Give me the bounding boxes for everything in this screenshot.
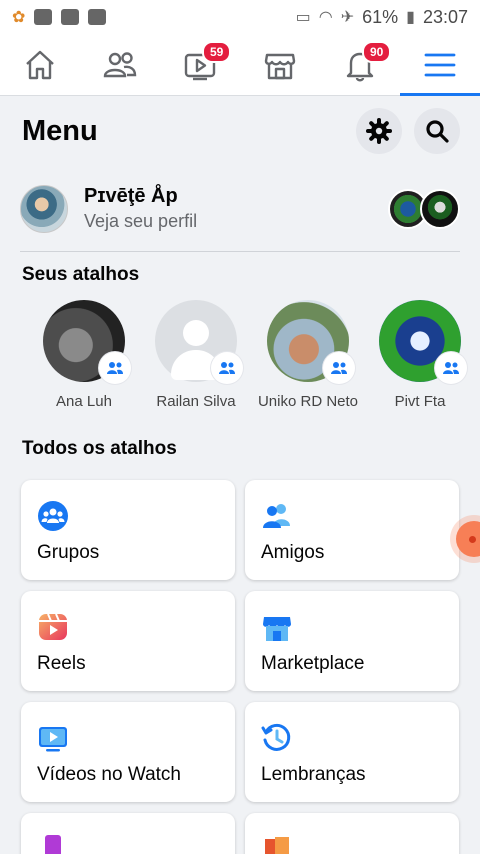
menu-header: Menu — [0, 96, 480, 166]
shortcuts-title: Seus atalhos — [22, 264, 140, 285]
top-tab-bar: 59 90 — [0, 34, 480, 96]
friend-badge — [323, 352, 355, 384]
profile-text: Pɪvēţē Åp Veja seu perfil — [84, 185, 388, 232]
tab-notifications[interactable]: 90 — [320, 34, 400, 95]
shortcut-label: Pivt Fta — [394, 393, 446, 410]
battery-icon: ▮ — [406, 9, 415, 26]
shortcut-item[interactable]: Ana Luh — [28, 300, 140, 436]
marketplace-icon — [264, 53, 296, 79]
profile-avatar — [20, 184, 68, 233]
watch-icon — [39, 727, 67, 752]
memories-icon — [261, 723, 291, 751]
card-partial[interactable] — [21, 813, 235, 854]
card-partial[interactable] — [245, 813, 459, 854]
shortcut-label: Uniko RD Neto — [257, 393, 359, 410]
card-label: Amigos — [261, 542, 325, 563]
notifications-badge: 90 — [362, 41, 392, 63]
battery-percent: 61% — [362, 6, 399, 27]
shortcut-item[interactable]: Pivt Fta — [364, 300, 476, 436]
profile-name: Pɪvēţē Åp — [84, 185, 178, 207]
card-label: Reels — [37, 653, 86, 674]
friends-icon — [103, 51, 137, 77]
friend-badge — [435, 352, 467, 384]
friends-icon — [331, 362, 347, 374]
video-icon — [88, 9, 107, 25]
gear-icon — [366, 118, 392, 144]
voicemail-icon — [61, 9, 80, 25]
search-button[interactable] — [414, 108, 460, 154]
profile-subtitle: Veja seu perfil — [84, 211, 198, 231]
friends-icon — [443, 362, 459, 374]
wifi-icon: ◠ — [318, 9, 333, 26]
shortcut-avatar — [267, 300, 355, 384]
vivo-icon — [34, 9, 53, 25]
shortcut-item[interactable]: Uniko RD Neto — [252, 300, 364, 436]
shortcut-avatar — [155, 300, 243, 384]
card-label: Marketplace — [261, 653, 365, 674]
shortcut-item[interactable]: Railan Silva — [140, 300, 252, 436]
reels-icon — [39, 613, 67, 640]
all-shortcuts-title: Todos os atalhos — [22, 438, 177, 459]
shortcut-item[interactable]: V — [476, 300, 480, 436]
groups-icon — [38, 501, 68, 531]
card-label: Vídeos no Watch — [37, 764, 181, 785]
friend-badge — [99, 352, 131, 384]
status-left-icons: ✿ — [12, 7, 107, 27]
notification-icon: ✿ — [12, 9, 26, 26]
clock: 23:07 — [422, 6, 468, 27]
account-avatar — [420, 188, 460, 229]
shortcuts-list: Ana Luh Railan Silva Uniko RD Neto Pivt … — [0, 286, 480, 436]
cast-icon: ▭ — [295, 9, 311, 26]
tab-friends[interactable] — [80, 34, 160, 95]
page-title: Menu — [22, 114, 98, 147]
settings-button[interactable] — [356, 108, 402, 154]
card-watch[interactable]: Vídeos no Watch — [21, 702, 235, 802]
tab-marketplace[interactable] — [240, 34, 320, 95]
card-reels[interactable]: Reels — [21, 591, 235, 691]
profile-row[interactable]: Pɪvēţē Åp Veja seu perfil — [20, 166, 460, 252]
saved-icon — [45, 835, 61, 854]
card-groups[interactable]: Grupos — [21, 480, 235, 580]
airplane-icon: ✈ — [340, 9, 355, 26]
shortcut-avatar — [43, 300, 131, 384]
friends-icon — [263, 504, 290, 528]
shortcut-avatar — [379, 300, 467, 384]
marketplace-icon — [263, 617, 291, 641]
home-icon — [26, 50, 54, 79]
watch-badge: 59 — [202, 41, 232, 63]
friends-icon — [107, 362, 123, 374]
header-actions — [356, 108, 460, 154]
shortcut-label: Railan Silva — [156, 393, 236, 410]
card-friends[interactable]: Amigos — [245, 480, 459, 580]
status-right: ▭ ◠ ✈ 61% ▮ 23:07 — [296, 7, 468, 28]
card-memories[interactable]: Lembranças — [245, 702, 459, 802]
hamburger-menu-icon — [424, 53, 456, 76]
search-icon — [426, 120, 449, 143]
all-shortcuts-grid: Grupos Amigos Reels Marketplace Vídeos n… — [0, 460, 480, 854]
card-label: Lembranças — [261, 764, 366, 785]
friends-icon — [219, 362, 235, 374]
tab-watch[interactable]: 59 — [160, 34, 240, 95]
tab-menu[interactable] — [400, 34, 480, 96]
card-label: Grupos — [37, 542, 100, 563]
default-avatar-head — [183, 320, 209, 346]
pages-icon — [265, 837, 289, 854]
card-marketplace[interactable]: Marketplace — [245, 591, 459, 691]
account-switcher[interactable] — [388, 188, 460, 229]
tab-home[interactable] — [0, 34, 80, 95]
friend-badge — [211, 352, 243, 384]
status-bar: ✿ ▭ ◠ ✈ 61% ▮ 23:07 — [0, 0, 480, 34]
shortcut-label: Ana Luh — [56, 393, 112, 410]
